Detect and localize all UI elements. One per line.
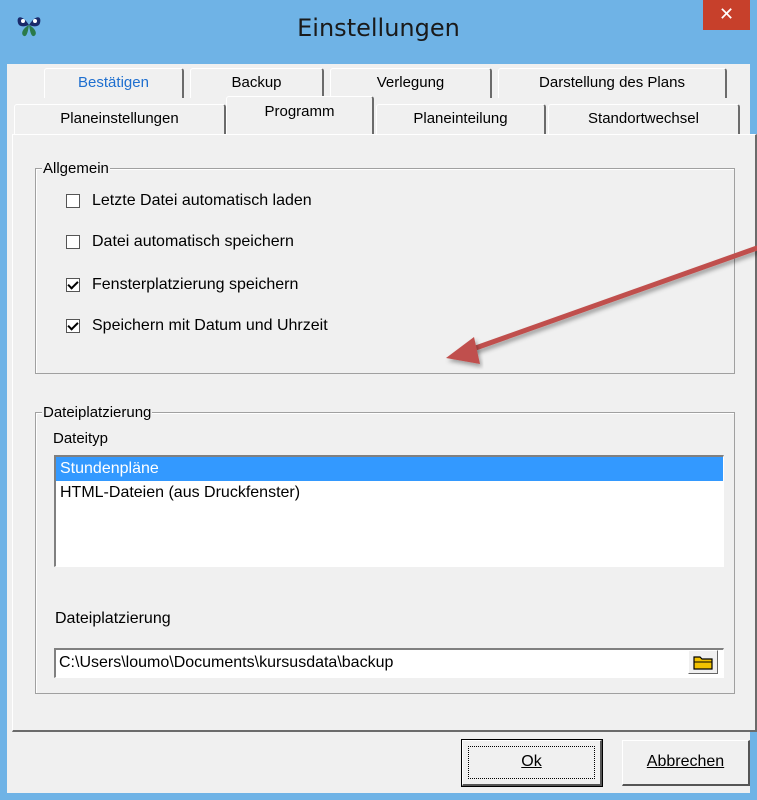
option-label: Speichern mit Datum und Uhrzeit <box>92 317 328 334</box>
cancel-button[interactable]: Abbrechen <box>622 740 750 786</box>
settings-window: Einstellungen ✕ Bestätigen Backup Verleg… <box>0 0 757 800</box>
file-path-label: Dateiplatzierung <box>55 610 171 627</box>
option-save-with-datetime[interactable]: Speichern mit Datum und Uhrzeit <box>66 316 328 336</box>
cancel-label: Abbrechen <box>646 753 725 770</box>
tab-standortwechsel[interactable]: Standortwechsel <box>548 104 740 134</box>
list-item[interactable]: HTML-Dateien (aus Druckfenster) <box>56 481 723 505</box>
focus-rect <box>468 746 595 779</box>
tab-backup[interactable]: Backup <box>190 68 324 98</box>
window-title: Einstellungen <box>297 14 460 42</box>
option-label: Letzte Datei automatisch laden <box>92 192 312 209</box>
tab-programm[interactable]: Programm <box>226 96 374 134</box>
tab-planeinteilung[interactable]: Planeinteilung <box>376 104 546 134</box>
option-autosave[interactable]: Datei automatisch speichern <box>66 232 294 252</box>
option-save-window-position[interactable]: Fensterplatzierung speichern <box>66 275 298 295</box>
list-item[interactable]: Stundenpläne <box>56 457 723 481</box>
file-type-listbox[interactable]: Stundenpläne HTML-Dateien (aus Druckfens… <box>54 455 724 567</box>
option-label: Datei automatisch speichern <box>92 233 294 250</box>
tab-planeinstellungen[interactable]: Planeinstellungen <box>14 104 226 134</box>
tab-verlegung[interactable]: Verlegung <box>330 68 492 98</box>
checkbox-checked[interactable] <box>66 319 80 333</box>
option-load-last-file[interactable]: Letzte Datei automatisch laden <box>66 191 312 211</box>
tab-bestaetigen[interactable]: Bestätigen <box>44 68 184 98</box>
tab-darstellung-des-plans[interactable]: Darstellung des Plans <box>498 68 727 98</box>
checkbox-checked[interactable] <box>66 278 80 292</box>
checkbox[interactable] <box>66 194 80 208</box>
general-group-title: Allgemein <box>42 160 110 177</box>
file-path-field[interactable]: C:\Users\loumo\Documents\kursusdata\back… <box>54 648 724 678</box>
ok-button[interactable]: Ok <box>461 739 603 787</box>
file-type-label: Dateityp <box>53 430 109 447</box>
file-location-group-title: Dateiplatzierung <box>42 404 153 421</box>
title-bar[interactable]: Einstellungen ✕ <box>0 0 757 64</box>
general-groupbox: Allgemein Letzte Datei automatisch laden… <box>35 160 735 374</box>
folder-icon <box>693 656 713 670</box>
browse-folder-button[interactable] <box>688 650 718 674</box>
close-button[interactable]: ✕ <box>703 0 750 30</box>
option-label: Fensterplatzierung speichern <box>92 276 299 293</box>
checkbox[interactable] <box>66 235 80 249</box>
